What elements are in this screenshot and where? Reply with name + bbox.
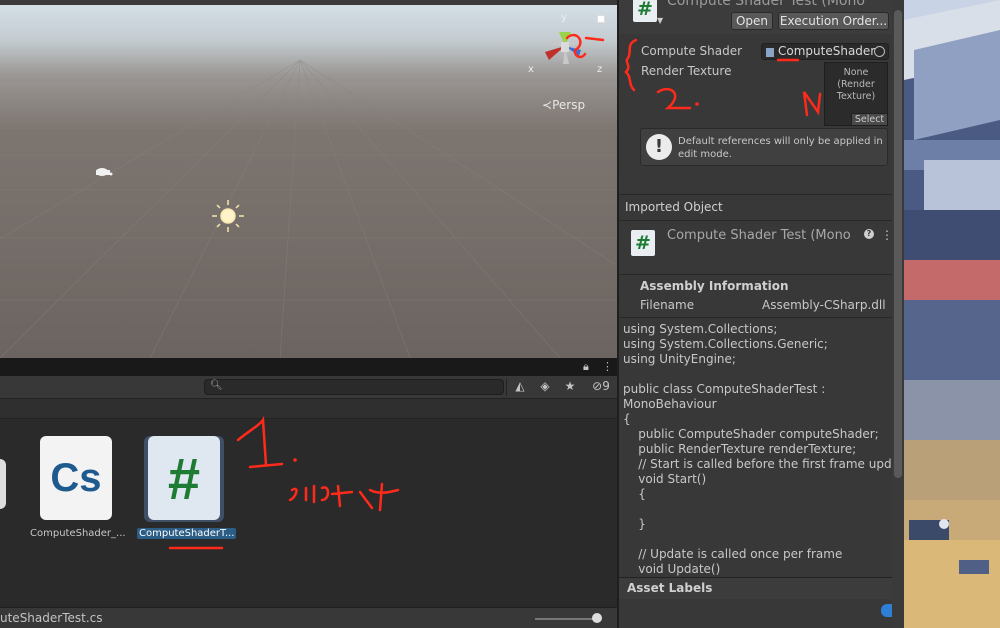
- info-exclamation-icon: !: [646, 134, 672, 160]
- cs-glyph: Cs: [50, 456, 102, 500]
- filter-by-label-icon[interactable]: ◈: [533, 379, 557, 396]
- object-picker-icon[interactable]: [874, 46, 885, 57]
- asset-label-selected: ComputeShaderT...: [137, 528, 237, 539]
- asset-item-computeshadertest[interactable]: # ComputeShaderT...: [134, 436, 238, 546]
- execution-order-button[interactable]: Execution Order...: [778, 12, 889, 30]
- project-footer: uteShaderTest.cs: [0, 607, 617, 628]
- section-divider: [619, 194, 906, 195]
- script-preview[interactable]: using System.Collections; using System.C…: [619, 318, 906, 578]
- toolbar-divider: [506, 379, 507, 396]
- hash-glyph: #: [167, 447, 201, 512]
- asset-item-computeshader[interactable]: Cs ComputeShader_...: [26, 436, 126, 546]
- compute-shader-value: ComputeShader: [778, 44, 876, 58]
- projection-mode-label[interactable]: ≺Persp: [542, 98, 585, 112]
- camera-icon[interactable]: [96, 168, 113, 176]
- script-icon: #: [633, 0, 657, 22]
- shader-file-icon: [766, 48, 774, 57]
- search-icon: 🔍︎: [210, 380, 223, 391]
- imported-object-header: Imported Object: [625, 200, 723, 214]
- script-source: using System.Collections; using System.C…: [623, 322, 906, 576]
- icon-size-slider-handle[interactable]: [592, 613, 602, 623]
- asset-labels-header: Asset Labels: [627, 581, 713, 595]
- kebab-menu-icon[interactable]: ⋮: [602, 360, 613, 373]
- help-icon[interactable]: ?: [864, 229, 874, 239]
- assembly-info-header: Assembly Information: [640, 279, 789, 293]
- persp-chevron-icon: ≺: [542, 98, 553, 112]
- lock-icon[interactable]: 🔒︎: [583, 360, 589, 374]
- breadcrumb: [0, 399, 617, 419]
- inspector-panel: # ▼ Compute Shader Test (Mono Open Execu…: [617, 0, 906, 628]
- help-box: ! Default references will only be applie…: [640, 128, 888, 166]
- filename-label: Filename: [640, 298, 695, 312]
- hidden-count: 9: [602, 379, 610, 393]
- texture-select-button[interactable]: Select: [851, 113, 887, 125]
- compute-shader-field[interactable]: ComputeShader: [761, 43, 889, 60]
- section-divider: [619, 220, 906, 221]
- hidden-packages-toggle[interactable]: ⊘9: [586, 379, 616, 396]
- render-texture-value: None (Render Texture): [836, 67, 876, 102]
- unity-editor: y x z ≺Persp 🔒︎ ⋮ 🔍︎ ◭ ◈ ★ ⊘9 Cs Compute…: [0, 0, 1000, 628]
- gizmo-z-label: z: [597, 64, 603, 75]
- render-texture-field[interactable]: None (Render Texture) Select: [824, 62, 888, 126]
- favorite-star-icon[interactable]: ★: [558, 379, 582, 396]
- project-panel-header: 🔒︎ ⋮: [0, 358, 617, 376]
- imported-object-title: Compute Shader Test (Mono: [667, 228, 851, 243]
- section-divider: [619, 274, 906, 275]
- help-message: Default references will only be applied …: [678, 136, 883, 160]
- inspector-scrollbar[interactable]: [892, 0, 904, 628]
- partial-asset-icon[interactable]: [0, 459, 6, 509]
- asset-label: ComputeShader_...: [30, 528, 126, 539]
- inspector-header: # ▼ Compute Shader Test (Mono Open Execu…: [619, 0, 906, 34]
- gizmo-x-label: x: [528, 64, 534, 75]
- compute-shader-label: Compute Shader: [641, 44, 743, 58]
- scene-view[interactable]: y x z ≺Persp: [0, 0, 617, 358]
- project-toolbar: 🔍︎ ◭ ◈ ★ ⊘9: [0, 376, 617, 399]
- background-artwork: [904, 0, 1000, 628]
- foldout-arrow-icon[interactable]: ▼: [657, 16, 663, 25]
- eye-slash-icon: ⊘: [592, 379, 603, 393]
- script-file-icon: #: [148, 436, 220, 520]
- selected-asset-path: uteShaderTest.cs: [0, 611, 103, 625]
- persp-text: Persp: [552, 98, 586, 112]
- script-icon: #: [631, 230, 655, 256]
- sun-light-icon[interactable]: [212, 200, 244, 232]
- open-button[interactable]: Open: [731, 12, 773, 30]
- asset-labels-bar: Asset Labels: [619, 577, 906, 599]
- gizmo-y-label: y: [561, 12, 567, 23]
- artwork-image: [904, 0, 1000, 628]
- inspector-title: Compute Shader Test (Mono: [667, 0, 865, 9]
- render-texture-label: Render Texture: [641, 64, 732, 78]
- filter-by-type-icon[interactable]: ◭: [508, 379, 532, 396]
- gizmo-lock-icon[interactable]: [597, 15, 605, 23]
- filename-value: Assembly-CSharp.dll: [762, 298, 886, 312]
- scrollbar-thumb[interactable]: [894, 10, 902, 478]
- icon-size-slider[interactable]: [535, 618, 597, 620]
- project-search-input[interactable]: 🔍︎: [204, 379, 504, 395]
- project-panel: 🔒︎ ⋮ 🔍︎ ◭ ◈ ★ ⊘9 Cs ComputeShader_... # …: [0, 358, 617, 628]
- csharp-file-icon: Cs: [40, 436, 112, 520]
